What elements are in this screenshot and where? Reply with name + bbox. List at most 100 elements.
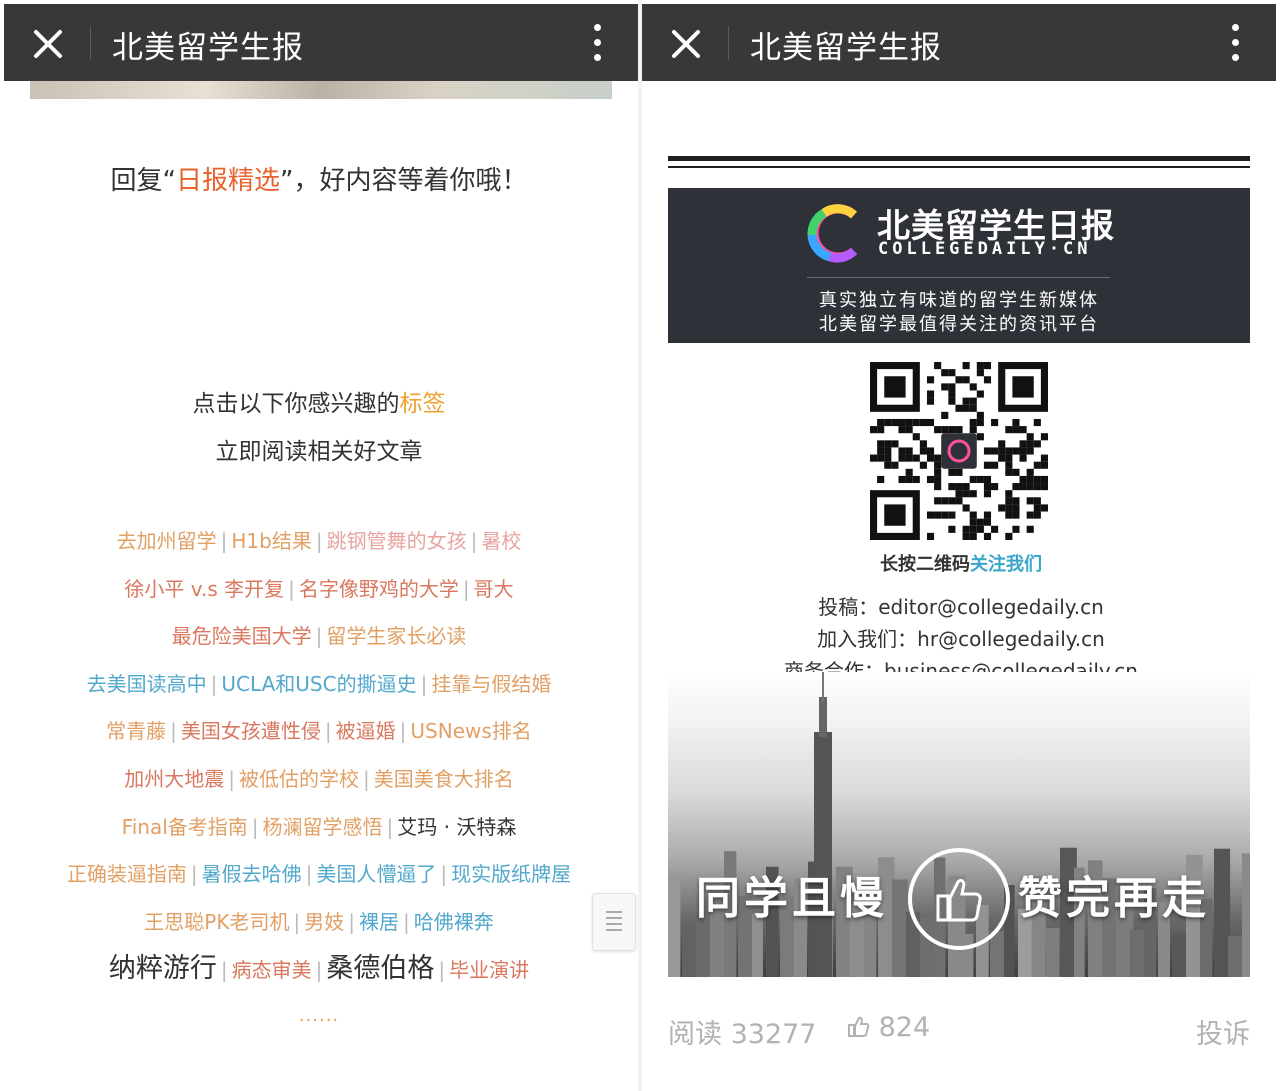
tag-link[interactable]: 跳钢管舞的女孩 — [327, 529, 467, 553]
tag-row: Final备考指南 | 杨澜留学感悟 | 艾玛 · 沃特森 — [0, 808, 638, 856]
tag-separator: | — [462, 576, 470, 601]
tag-link[interactable]: 名字像野鸡的大学 — [299, 577, 459, 601]
left-titlebar: 北美留学生报 — [4, 4, 638, 81]
tag-link[interactable]: 美国美食大排名 — [374, 767, 514, 791]
qr-code-image[interactable] — [870, 362, 1048, 540]
cta-left-text: 同学且慢 — [696, 873, 888, 924]
tag-link[interactable]: 桑德伯格 — [326, 953, 434, 984]
tag-separator: | — [228, 766, 235, 791]
tag-link[interactable]: H1b结果 — [231, 529, 311, 553]
tag-separator: | — [324, 719, 332, 744]
qr-code-graphic — [870, 362, 1048, 540]
tag-row: 徐小平 v.s 李开复 | 名字像野鸡的大学 | 哥大 — [0, 570, 638, 618]
tag-separator: | — [190, 862, 198, 887]
tag-row: 去加州留学 | H1b结果 | 跳钢管舞的女孩 | 暑校 — [0, 522, 638, 570]
thumbs-up-icon — [908, 848, 1010, 950]
brand-domain: COLLEGEDAILY·CN — [878, 239, 1092, 259]
left-screen: 北美留学生报 回复“日报精选”，好内容等着你哦！ 点击以下你感兴趣的标签 立即阅… — [0, 0, 638, 1091]
tag-link[interactable]: 王思聪PK老司机 — [144, 910, 289, 934]
tags-intro-line2: 立即阅读相关好文章 — [215, 439, 423, 465]
tag-link[interactable]: 正确装逼指南 — [67, 862, 187, 886]
tag-row: 最危险美国大学 | 留学生家长必读 — [0, 617, 638, 665]
like-button[interactable]: 824 — [848, 1012, 930, 1043]
tag-row: 加州大地震 | 被低估的学校 | 美国美食大排名 — [0, 760, 638, 808]
tag-link[interactable]: 徐小平 v.s 李开复 — [124, 577, 284, 601]
tag-link[interactable]: USNews排名 — [410, 719, 531, 743]
tag-link[interactable]: 纳粹游行 — [109, 953, 217, 984]
slogan-line1: 真实独立有味道的留学生新媒体 — [819, 290, 1099, 311]
tag-link[interactable]: 挂靠与假结婚 — [431, 672, 551, 696]
scroll-handle-icon[interactable] — [592, 893, 636, 951]
tag-link[interactable]: Final备考指南 — [122, 815, 248, 839]
tag-link[interactable]: 被低估的学校 — [239, 767, 359, 791]
tag-link[interactable]: UCLA和USC的撕逼史 — [221, 672, 416, 696]
tag-link[interactable]: 毕业演讲 — [449, 958, 529, 982]
qr-caption: 长按二维码关注我们 — [642, 550, 1280, 576]
follow-us-highlight: 关注我们 — [970, 554, 1042, 575]
tag-link[interactable]: 美国人懵逼了 — [316, 862, 436, 886]
tag-separator: | — [399, 719, 407, 744]
tag-separator: | — [293, 909, 301, 934]
tag-separator: | — [251, 814, 259, 839]
article-image-bottom-edge — [30, 81, 612, 99]
tag-link[interactable]: 最危险美国大学 — [172, 624, 312, 648]
more-vertical-icon[interactable] — [592, 24, 602, 64]
tag-separator: | — [348, 909, 355, 934]
reply-suffix: ”，好内容等着你哦！ — [280, 166, 528, 196]
report-link[interactable]: 投诉 — [1196, 1012, 1250, 1051]
reply-keyword: 日报精选 — [175, 166, 280, 196]
more-ellipsis: ...... — [298, 1005, 340, 1026]
tag-separator: | — [220, 529, 228, 553]
titlebar-title: 北美留学生报 — [112, 30, 304, 66]
tag-link[interactable]: 美国女孩遭性侵 — [181, 719, 321, 743]
tag-link[interactable]: 留学生家长必读 — [326, 624, 466, 648]
tag-link[interactable]: 去加州留学 — [117, 529, 217, 553]
tag-link[interactable]: 杨澜留学感悟 — [263, 815, 383, 839]
close-icon[interactable] — [664, 22, 708, 66]
qr-caption-text: 长按二维码 — [880, 554, 970, 575]
tag-separator: | — [386, 814, 394, 839]
tag-separator: | — [305, 862, 313, 887]
tag-separator: | — [315, 624, 323, 649]
tag-link[interactable]: 裸居 — [359, 910, 399, 934]
tag-separator: | — [402, 909, 410, 934]
like-call-to-action: 同学且慢 赞完再走 — [668, 844, 1250, 950]
tag-link[interactable]: 被逼婚 — [336, 719, 396, 743]
tags-intro-line1: 点击以下你感兴趣的标签 — [0, 384, 638, 418]
tag-link[interactable]: 病态审美 — [232, 958, 312, 982]
tag-list: 去加州留学 | H1b结果 | 跳钢管舞的女孩 | 暑校 徐小平 v.s 李开复 | 名字像野鸡的… — [0, 522, 638, 998]
tag-link[interactable]: 常青藤 — [106, 719, 166, 743]
tag-link[interactable]: 艾玛 · 沃特森 — [397, 815, 516, 839]
tag-link[interactable]: 哈佛裸奔 — [414, 910, 494, 934]
right-screen: 北美留学生报 北美留学生日报 COLLEGEDAILY·CN 真实独立有味道的留… — [642, 0, 1280, 1091]
tag-link[interactable]: 哥大 — [474, 577, 514, 601]
tag-separator: | — [438, 958, 446, 983]
contact-submission: 投稿：editor@collegedaily.cn — [818, 595, 1104, 619]
tag-link[interactable]: 现实版纸牌屋 — [451, 862, 571, 886]
tag-link[interactable]: 男妓 — [304, 910, 344, 934]
logo-c-icon — [807, 204, 858, 263]
tag-link[interactable]: 暑校 — [481, 529, 521, 553]
tag-row: 常青藤 | 美国女孩遭性侵 | 被逼婚 | USNews排名 — [0, 712, 638, 760]
titlebar-title: 北美留学生报 — [750, 30, 942, 66]
tag-separator: | — [420, 671, 428, 696]
double-rule-divider — [668, 156, 1250, 170]
tag-link[interactable]: 暑假去哈佛 — [202, 862, 302, 886]
banner-rule — [807, 277, 1110, 278]
tag-separator: | — [210, 671, 218, 696]
tag-separator: | — [470, 529, 478, 553]
like-count: 824 — [878, 1012, 931, 1043]
tag-link[interactable]: 去美国读高中 — [87, 672, 207, 696]
titlebar-divider — [728, 26, 729, 60]
more-vertical-icon[interactable] — [1230, 24, 1240, 64]
slogan-line2: 北美留学最值得关注的资讯平台 — [819, 314, 1099, 335]
reply-prompt: 回复“日报精选”，好内容等着你哦！ — [0, 160, 638, 197]
tag-link[interactable]: 加州大地震 — [124, 767, 224, 791]
close-icon[interactable] — [26, 22, 70, 66]
reply-prefix: 回复“ — [110, 166, 176, 196]
cta-right-text: 赞完再走 — [1018, 873, 1210, 924]
tag-row: 王思聪PK老司机 | 男妓 | 裸居 | 哈佛裸奔 — [0, 903, 638, 951]
tag-row: 纳粹游行 | 病态审美 | 桑德伯格 | 毕业演讲 — [0, 950, 638, 998]
tag-separator: | — [288, 576, 295, 601]
city-skyline-image: 同学且慢 赞完再走 — [668, 672, 1250, 977]
